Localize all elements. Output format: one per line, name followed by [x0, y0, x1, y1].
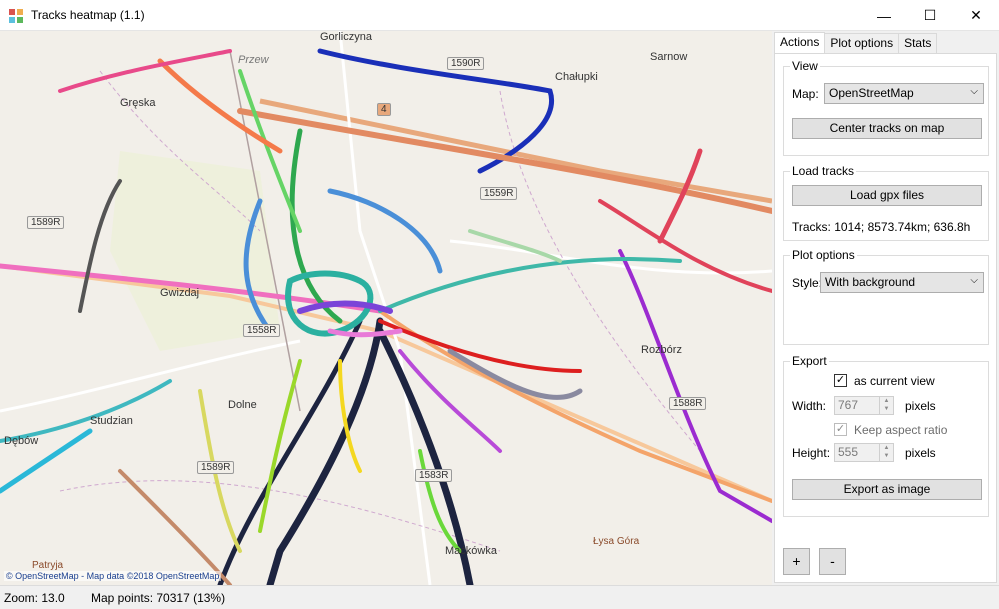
status-bar: Zoom: 13.0 Map points: 70317 (13%)	[0, 585, 999, 609]
road-number-badge: 1583R	[415, 469, 453, 482]
export-group-title: Export	[790, 354, 829, 368]
place-label: Łysa Góra	[593, 536, 640, 547]
export-group: Export ✓ as current view Width: 767 ▲ ▼ p…	[783, 354, 989, 517]
place-label: Studzian	[90, 415, 133, 427]
park-area	[110, 151, 280, 351]
place-label: Gwizdaj	[160, 287, 200, 299]
chevron-down-icon: ⌵	[970, 275, 978, 286]
tab-plot-options[interactable]: Plot options	[824, 33, 900, 53]
map-label: Map:	[792, 87, 819, 101]
place-label: Sarnow	[650, 51, 688, 63]
chevron-down-icon: ⌵	[970, 86, 978, 97]
style-select[interactable]: With background ⌵	[820, 272, 984, 293]
map-select-value: OpenStreetMap	[829, 86, 914, 100]
height-unit: pixels	[905, 446, 936, 460]
title-bar: Tracks heatmap (1.1) — ☐ ✕	[0, 0, 999, 31]
place-label: Gręska	[120, 97, 156, 109]
place-label: Patryja	[32, 560, 64, 571]
view-group-title: View	[790, 59, 820, 73]
window-title: Tracks heatmap (1.1)	[31, 8, 145, 22]
road-number-badge: 1558R	[243, 324, 281, 337]
height-stepper[interactable]: 555 ▲ ▼	[834, 443, 894, 462]
stepper-arrows-icon[interactable]: ▲ ▼	[879, 397, 893, 414]
as-current-view-checkbox[interactable]: ✓	[834, 374, 847, 387]
keep-aspect-label: Keep aspect ratio	[854, 423, 948, 437]
place-label: Gorliczyna	[320, 31, 372, 43]
map-attribution[interactable]: © OpenStreetMap - Map data ©2018 OpenStr…	[4, 571, 222, 581]
road-number-badge: 1559R	[480, 187, 518, 200]
tracks-info: Tracks: 1014; 8573.74km; 636.8h	[792, 220, 971, 234]
road-number-badge: 1589R	[197, 461, 235, 474]
width-stepper[interactable]: 767 ▲ ▼	[834, 396, 894, 415]
road-number-badge: 1588R	[669, 397, 707, 410]
map-select[interactable]: OpenStreetMap ⌵	[824, 83, 984, 104]
stepper-arrows-icon[interactable]: ▲ ▼	[879, 444, 893, 461]
place-label: Dolne	[228, 399, 257, 411]
app-icon	[9, 9, 23, 23]
width-label: Width:	[792, 399, 827, 413]
map-points-status: Map points: 70317 (13%)	[91, 591, 226, 605]
height-value: 555	[838, 445, 859, 459]
export-image-button[interactable]: Export as image	[792, 479, 982, 500]
close-button[interactable]: ✕	[953, 0, 999, 31]
road-number-badge: 4	[377, 103, 391, 116]
tab-actions[interactable]: Actions	[774, 32, 826, 54]
place-label: Maćkówka	[445, 545, 497, 557]
place-label: Chałupki	[555, 71, 598, 83]
track-lines	[0, 48, 772, 585]
maximize-button[interactable]: ☐	[907, 0, 953, 31]
plot-options-group-title: Plot options	[790, 248, 857, 262]
center-tracks-button[interactable]: Center tracks on map	[792, 118, 982, 139]
load-tracks-group-title: Load tracks	[790, 164, 857, 178]
minimize-button[interactable]: —	[861, 0, 907, 31]
place-label: Przew	[238, 54, 269, 66]
keep-aspect-checkbox[interactable]: ✓	[834, 423, 847, 436]
style-label: Style:	[792, 276, 823, 290]
zoom-status: Zoom: 13.0	[4, 591, 65, 605]
control-panel: Actions Plot options Stats View Map: Ope…	[772, 31, 999, 585]
tab-body-actions: View Map: OpenStreetMap ⌵ Center tracks …	[774, 53, 997, 583]
zoom-out-button[interactable]: -	[819, 548, 846, 575]
width-unit: pixels	[905, 399, 936, 413]
zoom-in-button[interactable]: +	[783, 548, 810, 575]
width-value: 767	[838, 398, 859, 412]
style-select-value: With background	[825, 275, 916, 289]
heatmap-map[interactable]: Gorliczyna Przew Chałupki Sarnow Gręska …	[0, 31, 772, 585]
height-label: Height:	[792, 446, 831, 460]
as-current-view-label: as current view	[854, 374, 935, 388]
load-tracks-group: Load tracks Load gpx files Tracks: 1014;…	[783, 164, 989, 241]
tab-stats[interactable]: Stats	[898, 33, 938, 53]
view-group: View Map: OpenStreetMap ⌵ Center tracks …	[783, 59, 989, 156]
plot-options-group: Plot options Style: With background ⌵	[783, 248, 989, 345]
road-number-badge: 1590R	[447, 57, 485, 70]
road-number-badge: 1589R	[27, 216, 65, 229]
place-label: Rozbórz	[641, 344, 682, 356]
tab-strip: Actions Plot options Stats	[774, 32, 938, 54]
place-label: Dębów	[4, 435, 39, 447]
load-gpx-button[interactable]: Load gpx files	[792, 185, 982, 206]
